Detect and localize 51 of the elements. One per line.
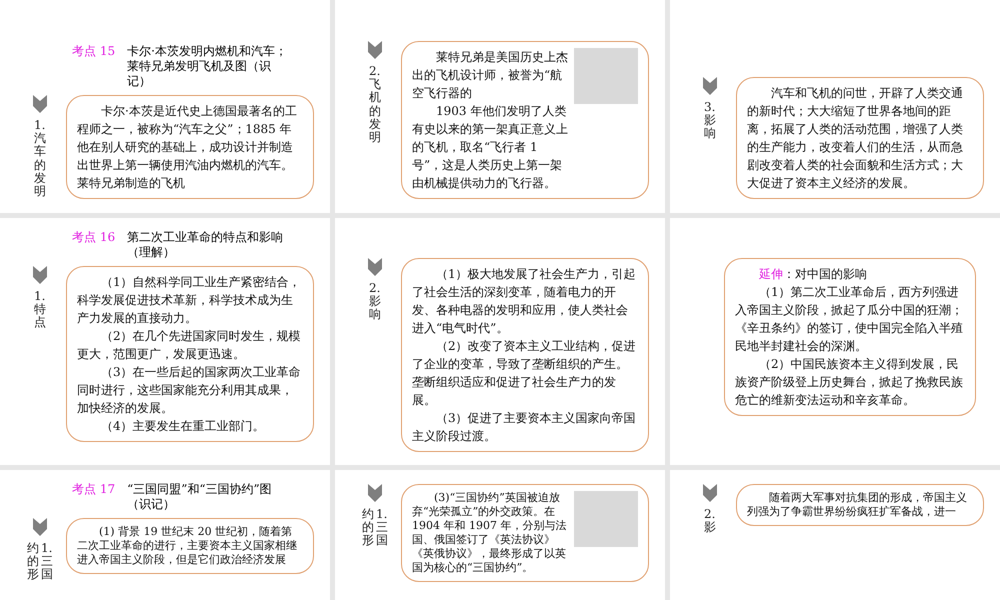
paragraph: 卡尔·本茨是近代史上德国最著名的工程师之一，被称为“汽车之父”；1885 年他在别人研究的基础上，成功设计并制造出世界上第一辆使用汽油内燃机的汽车。莱特兄弟制造的飞机 bbox=[77, 103, 298, 192]
paragraph: （1）自然科学同工业生产紧密结合，科学发展促进技术革新，科学技术成为生产力发展的直接动力。 bbox=[77, 274, 302, 327]
topic-tag: 考点 16 bbox=[72, 230, 116, 245]
slide-thumbnail[interactable]: 约的形 1. 三国 (3)“三国协约”英国被迫放弃“光荣孤立”的外交政策。在 1904 年和 1907 年，分别与法国、俄国签订了《英法协议》《英俄协议》，最终形成了以英国为核心的“三国协约”。 bbox=[335, 470, 665, 600]
side-label: 1. 三国 bbox=[41, 542, 53, 582]
paragraph: （2）中国民族资本主义得到发展，民族资产阶级登上历史舞台，掀起了挽救民族危亡的维新变法运动和辛亥革命。 bbox=[735, 356, 964, 409]
slide-thumbnail[interactable]: 2. 影响 （1）极大地发展了社会生产力，引起了社会生活的深刻变革，随着电力的开发、各种电器的发明和应用，使人类社会进入“电气时代”。 （2）改变了资本主义工业结构，促进了企业的变革，导致了垄断组织的产生。垄断组织适应和促进了社会生产力的发展。 （3）促进了主要资本主义国家向帝国主义阶段过渡。 bbox=[335, 218, 665, 465]
chevron-icon bbox=[368, 484, 382, 502]
paragraph: （4）主要发生在重工业部门。 bbox=[100, 418, 266, 435]
paragraph: 莱特兄弟是美国历史上杰出的飞机设计师，被誉为“航空飞行器的 bbox=[412, 49, 568, 102]
side-label: 2. 影 bbox=[704, 508, 716, 534]
side-label: 1. 三国 bbox=[376, 508, 388, 548]
slide-thumbnail[interactable]: 2. 飞机的发明 莱特兄弟是美国历史上杰出的飞机设计师，被誉为“航空飞行器的 1903 年他们发明了人类有史以来的第一架真正意义上的飞机，取名“飞行者 1 号”，这是人类历史上第一架由机械提供动力的飞行器。 bbox=[335, 0, 665, 213]
topic-title: 卡尔·本茨发明内燃机和汽车；莱特兄弟发明飞机及图（识记） bbox=[127, 44, 288, 89]
slide-thumbnail[interactable]: 2. 影 随着两大军事对抗集团的形成，帝国主义列强为了争霸世界纷纷疯狂扩军备战，进一 bbox=[670, 470, 1000, 600]
paragraph: (3)“三国协约”英国被迫放弃“光荣孤立”的外交政策。在 1904 年和 1907 年，分别与法国、俄国签订了《英法协议》《英俄协议》，最终形成了以英国为核心的“三国协约”。 bbox=[412, 491, 568, 575]
paragraph: （3）促进了主要资本主义国家向帝国主义阶段过渡。 bbox=[412, 410, 637, 445]
topic-title: “三国同盟”和“三国协约”图（识记） bbox=[127, 482, 273, 512]
extension-tag: 延伸 bbox=[759, 267, 783, 281]
side-label: 1. 汽车的发明 bbox=[34, 119, 46, 198]
paragraph: 随着两大军事对抗集团的形成，帝国主义列强为了争霸世界纷纷疯狂扩军备战，进一 bbox=[747, 491, 968, 519]
paragraph: （2）在几个先进国家同时发生，规模更大，范围更广，发展更迅速。 bbox=[77, 328, 302, 363]
paragraph: （1）第二次工业革命后，西方列强进入帝国主义阶段，掀起了瓜分中国的狂潮；《辛丑条约》的签订，使中国完全陷入半殖民地半封建社会的深渊。 bbox=[735, 284, 964, 355]
topic-title: 第二次工业革命的特点和影响（理解） bbox=[127, 230, 284, 260]
chevron-icon bbox=[703, 77, 717, 95]
slide-thumbnail[interactable]: 延伸：对中国的影响 （1）第二次工业革命后，西方列强进入帝国主义阶段，掀起了瓜分中国的狂潮；《辛丑条约》的签订，使中国完全陷入半殖民地半封建社会的深渊。 （2）中国民族资本主义得到发展，民族资产阶级登上历史舞台，掀起了挽救民族危亡的维新变法运动和辛亥革命。 bbox=[670, 218, 1000, 465]
side-label: 3. 影响 bbox=[704, 101, 716, 141]
side-label: 约的形 bbox=[362, 508, 374, 548]
topic-tag: 考点 17 bbox=[72, 482, 116, 497]
slide-thumbnail[interactable]: 考点 16 第二次工业革命的特点和影响（理解） 1. 特点 （1）自然科学同工业生产紧密结合，科学发展促进技术革新，科学技术成为生产力发展的直接动力。 （2）在几个先进国家同时发生，规模更大，范围更广，发展更迅速。 （3）在一些后起的国家两次工业革命同时进行，这些国家能充分利用其成果，加快经济的发展。 （4）主要发生在重工业部门。 bbox=[0, 218, 330, 465]
slide-thumbnail[interactable]: 3. 影响 汽车和飞机的问世，开辟了人类交通的新时代；大大缩短了世界各地间的距离，拓展了人类的活动范围，增强了人类的生产能力，改变着人们的生活，从而急剧改变着人类的社会面貌和生活方式；大大促进了资本主义经济的发展。 bbox=[670, 0, 1000, 213]
lead-text: ：对中国的影响 bbox=[783, 267, 867, 281]
side-label: 1. 特点 bbox=[34, 290, 46, 330]
side-label: 2. 影响 bbox=[369, 282, 381, 322]
side-label: 2. 飞机的发明 bbox=[369, 65, 381, 144]
slide-thumbnail[interactable]: 考点 15 卡尔·本茨发明内燃机和汽车；莱特兄弟发明飞机及图（识记） 1. 汽车的发明 卡尔·本茨是近代史上德国最著名的工程师之一，被称为“汽车之父”；1885 年他在别人研究的基础上，成功设计并制造出世界上第一辆使用汽油内燃机的汽车。莱特兄弟制造的飞机 bbox=[0, 0, 330, 213]
side-label: 约的形 bbox=[27, 542, 39, 582]
chevron-icon bbox=[33, 266, 47, 284]
paragraph: （1）极大地发展了社会生产力，引起了社会生活的深刻变革，随着电力的开发、各种电器的发明和应用，使人类社会进入“电气时代”。 bbox=[412, 266, 637, 337]
chevron-icon bbox=[33, 95, 47, 113]
paragraph: 1903 年他们发明了人类有史以来的第一架真正意义上的飞机，取名“飞行者 1 号”，这是人类历史上第一架由机械提供动力的飞行器。 bbox=[412, 103, 568, 192]
paragraph: （3）在一些后起的国家两次工业革命同时进行，这些国家能充分利用其成果，加快经济的发展。 bbox=[77, 364, 302, 417]
paragraph: 汽车和飞机的问世，开辟了人类交通的新时代；大大缩短了世界各地间的距离，拓展了人类的活动范围，增强了人类的生产能力，改变着人们的生活，从而急剧改变着人类的社会面貌和生活方式；大大促进了资本主义经济的发展。 bbox=[747, 85, 964, 192]
paragraph: （2）改变了资本主义工业结构，促进了企业的变革，导致了垄断组织的产生。垄断组织适应和促进了社会生产力的发展。 bbox=[412, 338, 637, 409]
chevron-icon bbox=[368, 258, 382, 276]
chevron-icon bbox=[33, 518, 47, 536]
chevron-icon bbox=[368, 41, 382, 59]
paragraph: (1) 背景 19 世纪末 20 世纪初，随着第二次工业革命的进行，主要资本主义国家相继进入帝国主义阶段，但是它们政治经济发展 bbox=[77, 525, 298, 567]
chevron-icon bbox=[703, 484, 717, 502]
topic-tag: 考点 15 bbox=[72, 44, 116, 59]
slide-thumbnail[interactable]: 考点 17 “三国同盟”和“三国协约”图（识记） 约的形 1. 三国 (1) 背景 19 世纪末 20 世纪初，随着第二次工业革命的进行，主要资本主义国家相继进入帝国主义阶段，但是它们政治经济发展 bbox=[0, 470, 330, 600]
